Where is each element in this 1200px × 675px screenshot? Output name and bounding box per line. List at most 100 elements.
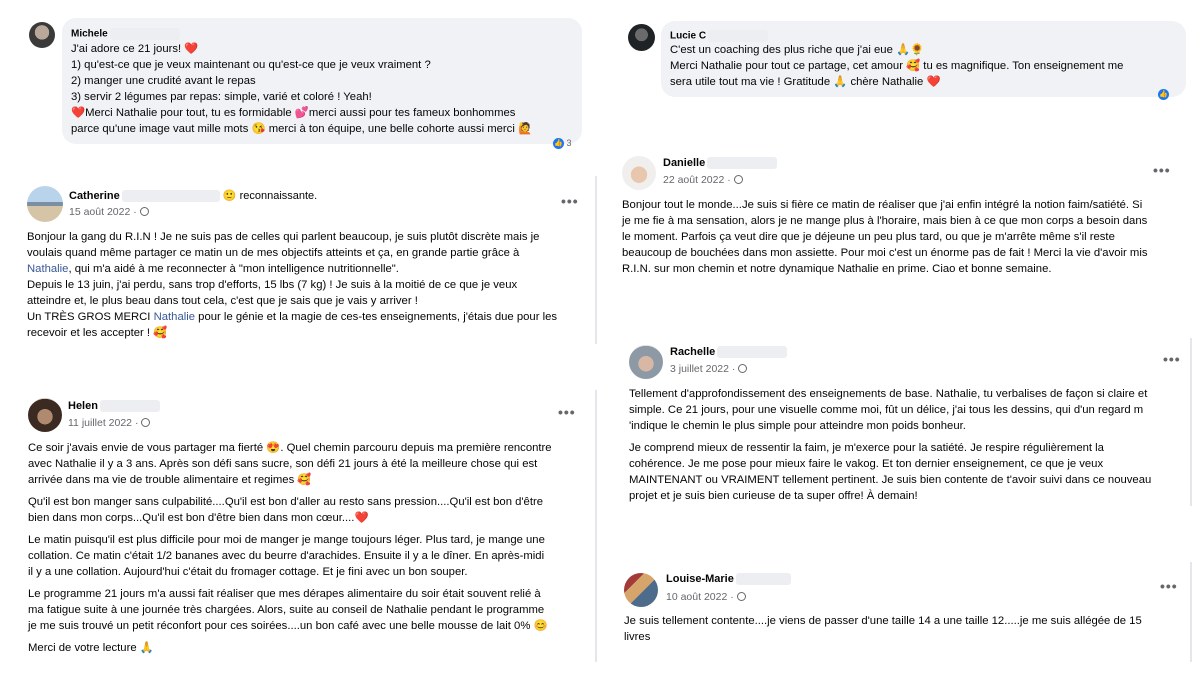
post-line: je me fie à ma sensation, alors je ne ma…	[622, 215, 1148, 227]
comment-line: parce qu'une image vaut mille mots 😘 mer…	[71, 123, 533, 135]
post-line: il y a une collation. Aujourd'hui c'étai…	[28, 566, 468, 578]
author-name[interactable]: Michele	[71, 28, 180, 40]
redacted-surname	[735, 573, 791, 586]
post-text: Ce soir j'avais envie de vous partager m…	[28, 440, 588, 656]
post-line: Ce soir j'avais envie de vous partager m…	[28, 442, 552, 454]
post-date[interactable]: 22 août 2022 ·	[663, 174, 743, 186]
post-line: cohérence. Je me pose pour mieux faire l…	[629, 458, 1104, 470]
post-date-text: 22 août 2022 ·	[663, 174, 731, 186]
post-date[interactable]: 3 juillet 2022 ·	[670, 363, 748, 375]
author-name-text: Danielle	[663, 157, 706, 169]
author-name-text: Rachelle	[670, 346, 716, 358]
post-line: bien dans mon corps...Qu'il est bon d'êt…	[28, 512, 369, 524]
post-line: projet et je suis bien curieuse de ta su…	[629, 490, 918, 502]
post-date-text: 3 juillet 2022 ·	[670, 363, 736, 375]
avatar[interactable]	[624, 573, 658, 607]
post-line: collation. Ce matin c'était 1/2 bananes …	[28, 550, 545, 562]
post-line: Bonjour la gang du R.I.N ! Je ne suis pa…	[27, 231, 540, 243]
post-line: R.I.N. sur mon chemin et notre dynamique…	[622, 263, 1052, 275]
more-options-button[interactable]: •••	[1160, 578, 1178, 594]
more-options-button[interactable]: •••	[561, 193, 579, 209]
avatar[interactable]	[28, 398, 62, 432]
author-name[interactable]: Rachelle	[670, 346, 788, 359]
post-line: Nathalie, qui m'a aidé à me reconnecter …	[27, 263, 399, 275]
comment-line: C'est un coaching des plus riche que j'a…	[670, 44, 925, 56]
mention-link[interactable]: Nathalie	[27, 263, 68, 275]
post-line: 'indique le chemin le plus simple pour a…	[629, 420, 966, 432]
globe-icon	[736, 592, 746, 601]
post-line: recevoir et les accepter ! 🥰	[27, 327, 168, 339]
post-date-text: 11 juillet 2022 ·	[68, 417, 139, 429]
comment-line: 1) qu'est-ce que je veux maintenant ou q…	[71, 59, 431, 71]
post-line: arrivée dans ma vie de trouble alimentai…	[28, 474, 312, 486]
comment-line: 3) servir 2 légumes par repas: simple, v…	[71, 91, 372, 103]
post-line: atteindre et, le plus beau dans tout cel…	[27, 295, 418, 307]
post-line: Depuis le 13 juin, j'ai perdu, sans trop…	[27, 279, 518, 291]
redacted-surname	[121, 190, 220, 203]
reaction-count[interactable]: 👍	[1158, 89, 1169, 101]
avatar[interactable]	[29, 22, 55, 48]
post-text: Bonjour la gang du R.I.N ! Je ne suis pa…	[27, 229, 587, 341]
post-date[interactable]: 10 août 2022 ·	[666, 591, 746, 603]
author-name[interactable]: Louise-Marie	[666, 573, 791, 586]
author-name-text: Louise-Marie	[666, 573, 734, 585]
post-date-text: 15 août 2022 ·	[69, 206, 137, 218]
card-border	[1190, 338, 1192, 506]
post-line: livres	[624, 631, 651, 643]
like-icon: 👍	[553, 138, 564, 150]
redacted-surname	[109, 28, 180, 40]
post-line: Le matin puisqu'il est plus difficile po…	[28, 534, 545, 546]
globe-icon	[141, 418, 151, 427]
comment-line: Merci Nathalie pour tout ce partage, cet…	[670, 60, 1124, 72]
avatar[interactable]	[629, 345, 663, 379]
author-name[interactable]: Catherine 🙂 reconnaissante.	[69, 189, 318, 203]
avatar[interactable]	[622, 156, 656, 190]
redacted-surname	[708, 30, 769, 42]
post-date[interactable]: 15 août 2022 ·	[69, 206, 149, 218]
avatar[interactable]	[27, 186, 63, 222]
post-line: le moment. Parfois ça veut dire que je d…	[622, 231, 1115, 243]
reaction-count-text: 3	[566, 138, 572, 148]
author-name-text: Lucie C	[670, 30, 707, 42]
card-border	[595, 176, 597, 344]
comment-line: 2) manger une crudité avant le repas	[71, 75, 256, 87]
post-line: voulais quand même partager ce matin un …	[27, 247, 520, 259]
post-line: Qu'il est bon manger sans culpabilité...…	[28, 496, 544, 508]
author-name[interactable]: Danielle	[663, 157, 778, 170]
post-date[interactable]: 11 juillet 2022 ·	[68, 417, 151, 429]
comment-text: C'est un coaching des plus riche que j'a…	[670, 42, 1180, 90]
more-options-button[interactable]: •••	[1153, 162, 1171, 178]
post-text: Je suis tellement contente....je viens d…	[624, 613, 1184, 645]
mention-link[interactable]: Nathalie	[154, 311, 195, 323]
post-line: Bonjour tout le monde...Je suis si fière…	[622, 199, 1143, 211]
post-text: Tellement d'approfondissement des enseig…	[629, 386, 1189, 504]
post-line: Le programme 21 jours m'a aussi fait réa…	[28, 588, 541, 600]
avatar[interactable]	[628, 24, 655, 51]
post-line: avec Nathalie il y a 3 ans. Après son dé…	[28, 458, 538, 470]
post-date-text: 10 août 2022 ·	[666, 591, 734, 603]
author-name-text: Michele	[71, 28, 108, 40]
post-line: Je comprend mieux de ressentir la faim, …	[629, 442, 1104, 454]
reaction-count[interactable]: 👍 3	[553, 138, 572, 150]
post-line: Tellement d'approfondissement des enseig…	[629, 388, 1148, 400]
feeling-text: 🙂 reconnaissante.	[222, 190, 318, 202]
author-name-text: Catherine	[69, 190, 120, 202]
author-name[interactable]: Helen	[68, 400, 160, 413]
post-line: Merci de votre lecture 🙏	[28, 642, 154, 654]
more-options-button[interactable]: •••	[1163, 351, 1181, 367]
author-name-text: Helen	[68, 400, 98, 412]
post-line: simple. Ce 21 jours, pour une visuelle c…	[629, 404, 1144, 416]
author-name[interactable]: Lucie C	[670, 30, 769, 42]
post-line: Un TRÈS GROS MERCI Nathalie pour le géni…	[27, 311, 558, 323]
more-options-button[interactable]: •••	[558, 404, 576, 420]
post-line: beaucoup de bouchées dans mon assiette. …	[622, 247, 1148, 259]
redacted-surname	[707, 157, 778, 170]
post-text: Bonjour tout le monde...Je suis si fière…	[622, 197, 1182, 277]
post-line: ma fatigue suite à une journée très char…	[28, 604, 545, 616]
post-line: MAINTENANT ou VRAIMENT tellement pertine…	[629, 474, 1152, 486]
like-icon: 👍	[1158, 89, 1169, 101]
comment-text: J'ai adore ce 21 jours! ❤️ 1) qu'est-ce …	[71, 41, 576, 137]
globe-icon	[738, 364, 748, 373]
redacted-surname	[717, 346, 788, 359]
card-border	[595, 390, 597, 662]
